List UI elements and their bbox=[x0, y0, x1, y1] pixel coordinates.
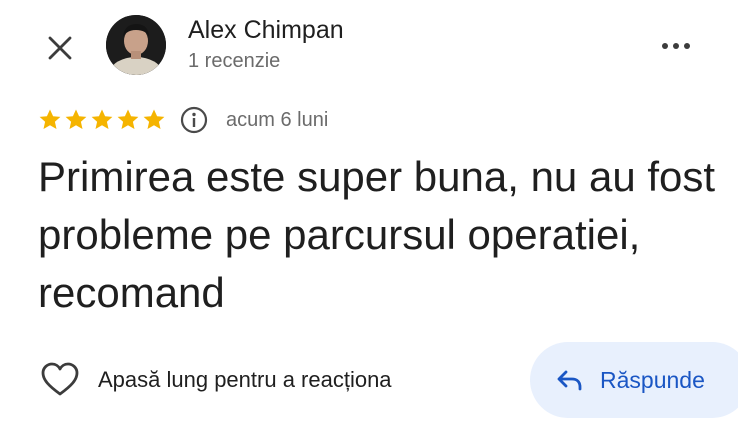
star-filled-icon bbox=[143, 109, 165, 129]
rating-row: acum 6 luni bbox=[38, 106, 328, 134]
react-label: Apasă lung pentru a reacționa bbox=[98, 367, 392, 392]
close-button[interactable] bbox=[40, 28, 80, 68]
star-filled-icon bbox=[117, 109, 139, 129]
more-dot-icon bbox=[673, 43, 679, 49]
close-icon bbox=[48, 36, 72, 60]
react-button[interactable]: Apasă lung pentru a reacționa bbox=[40, 360, 392, 400]
reply-arrow-icon bbox=[557, 370, 582, 391]
more-dot-icon bbox=[662, 43, 668, 49]
review-date: acum 6 luni bbox=[226, 108, 329, 131]
info-icon[interactable] bbox=[180, 106, 208, 134]
star-filled-icon bbox=[65, 109, 87, 129]
star-filled-icon bbox=[39, 109, 61, 129]
avatar[interactable] bbox=[106, 15, 166, 75]
author-name[interactable]: Alex Chimpan bbox=[188, 16, 344, 45]
star-rating bbox=[38, 108, 166, 132]
star-filled-icon bbox=[91, 109, 113, 129]
reply-label: Răspunde bbox=[600, 366, 705, 393]
reply-button[interactable]: Răspunde bbox=[530, 342, 738, 418]
author-review-count: 1 recenzie bbox=[188, 50, 281, 72]
review-text: Primirea este super buna, nu au fost pro… bbox=[38, 153, 716, 316]
heart-outline-icon bbox=[41, 362, 79, 396]
more-dot-icon bbox=[684, 43, 690, 49]
more-options-button[interactable] bbox=[654, 26, 698, 66]
